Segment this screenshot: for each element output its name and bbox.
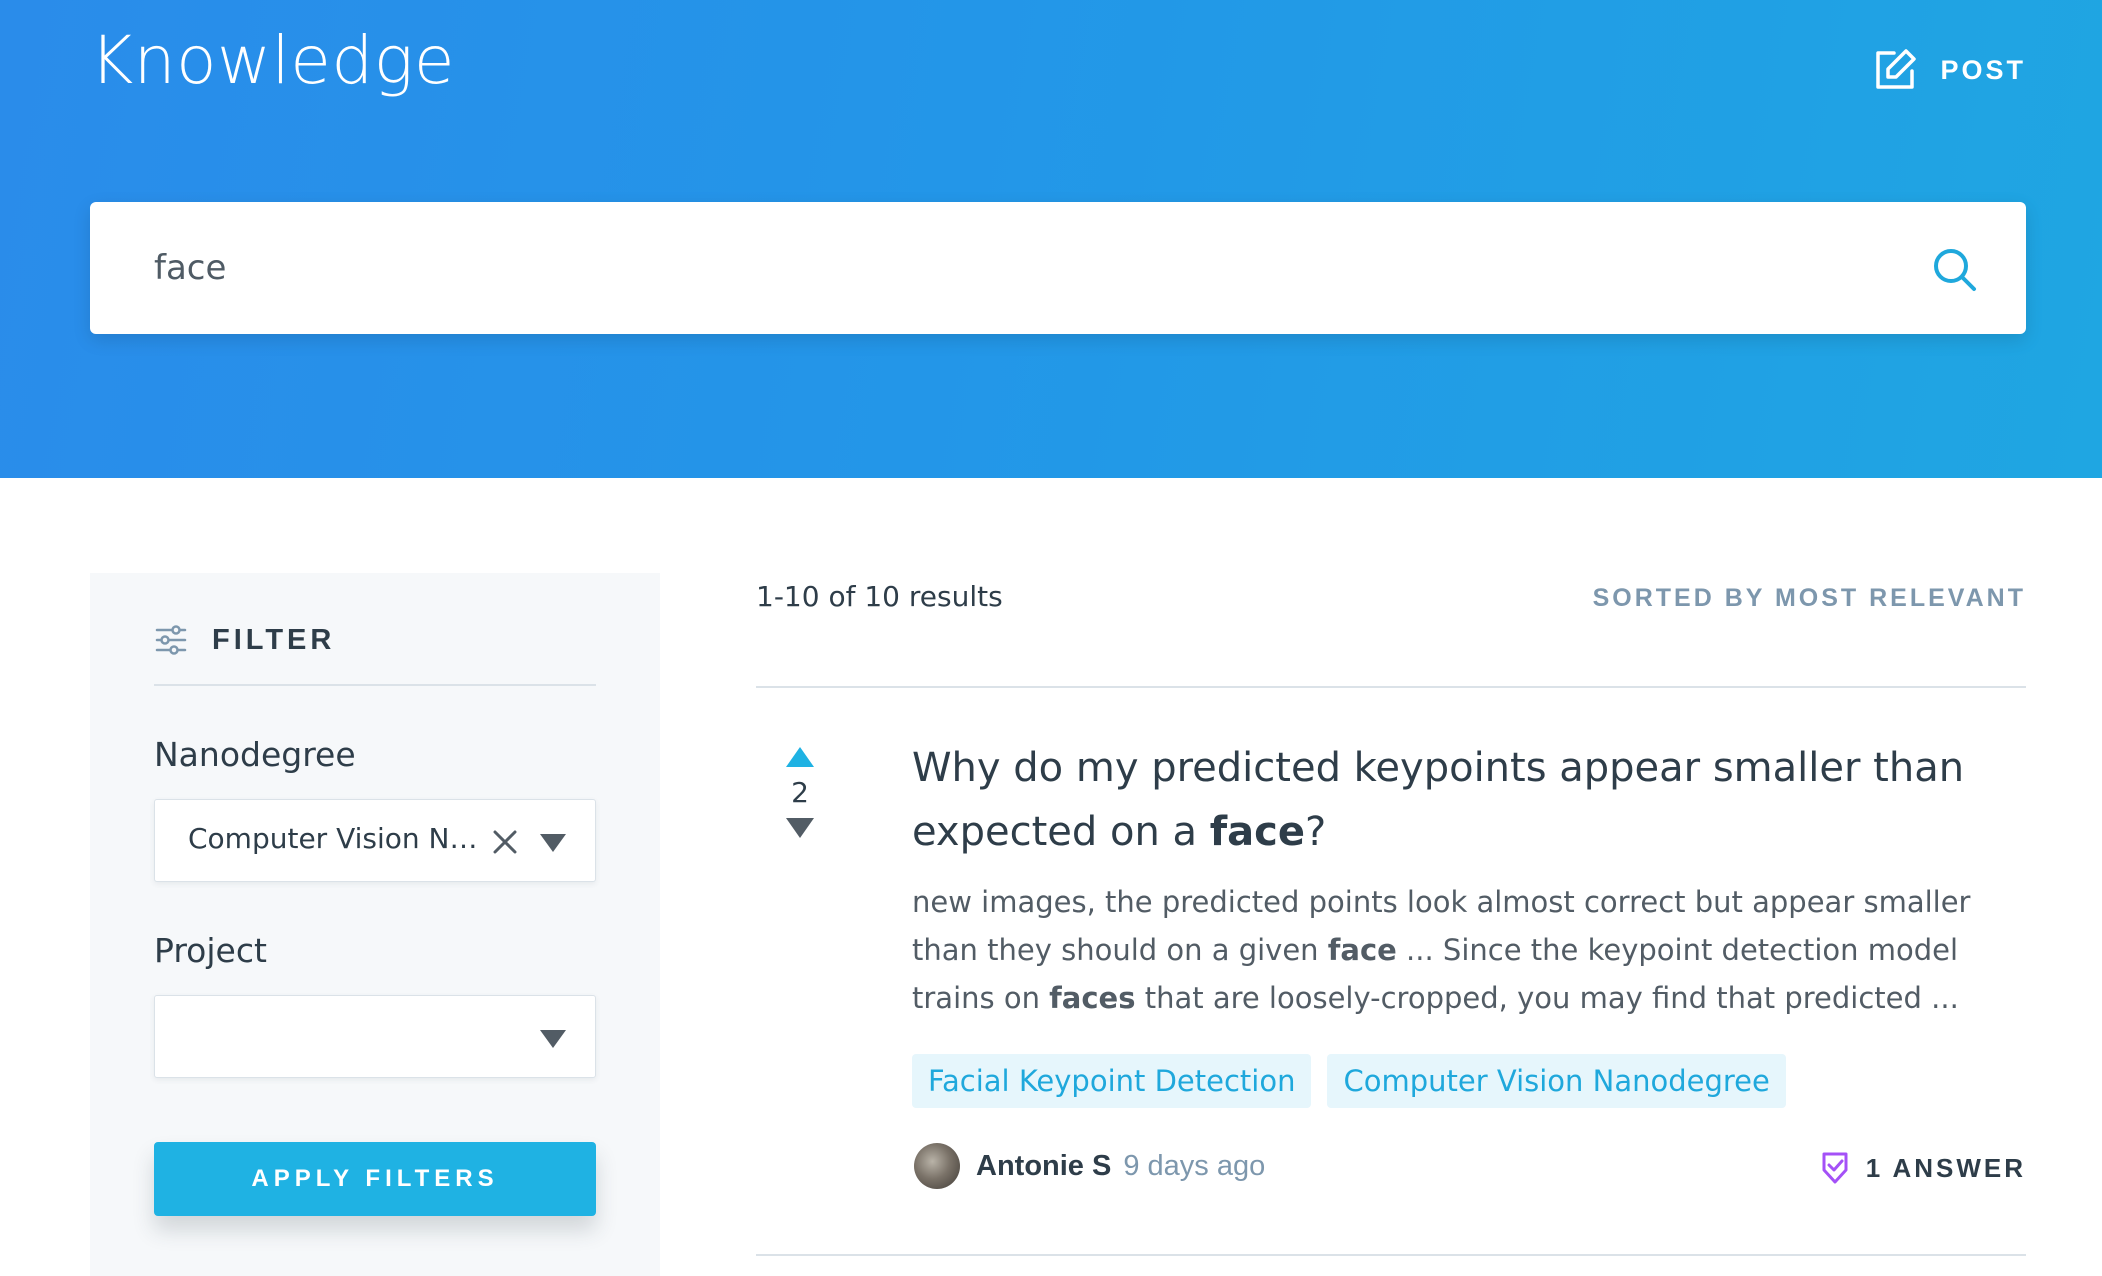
search-icon[interactable]	[1932, 247, 1978, 293]
results-count: 1-10 of 10 results	[756, 580, 1003, 613]
chevron-down-icon	[540, 834, 566, 852]
post-button[interactable]: POST	[1872, 44, 2026, 96]
answers-count: 1 ANSWER	[1865, 1152, 2026, 1183]
project-select[interactable]	[154, 995, 596, 1078]
sort-dropdown[interactable]: SORTED BY MOST RELEVANT	[1593, 584, 2026, 613]
app-title: Knowledge	[90, 22, 456, 99]
sliders-icon	[155, 625, 187, 655]
nanodegree-select[interactable]: Computer Vision Nanodegree	[154, 799, 596, 882]
snippet-highlight: faces	[1049, 981, 1136, 1015]
snippet-highlight: face	[1327, 933, 1397, 967]
answer-badge-icon	[1822, 1152, 1848, 1184]
apply-filters-button[interactable]: APPLY FILTERS	[154, 1142, 596, 1216]
search-box	[90, 202, 2026, 334]
upvote-icon[interactable]	[785, 746, 815, 768]
question-snippet: new images, the predicted points look al…	[912, 878, 2022, 1022]
results-divider	[756, 1254, 2026, 1256]
tag[interactable]: Facial Keypoint Detection	[912, 1054, 1312, 1108]
chevron-down-icon	[540, 1030, 566, 1048]
header-banner: Knowledge POST	[0, 0, 2102, 478]
filter-divider	[154, 684, 596, 686]
avatar[interactable]	[914, 1143, 960, 1189]
post-time: 9 days ago	[1123, 1149, 1266, 1182]
snippet-text: that are loosely-cropped, you may find t…	[1135, 981, 1959, 1015]
author-name[interactable]: Antonie S	[976, 1150, 1111, 1183]
results-divider	[756, 686, 2026, 688]
vote-count: 2	[791, 776, 809, 809]
filter-panel: FILTER Nanodegree Computer Vision Nanode…	[90, 573, 660, 1276]
question-title-highlight: face	[1209, 809, 1305, 855]
answers-link[interactable]: 1 ANSWER	[1820, 1151, 2026, 1185]
nanodegree-select-value: Computer Vision Nanodegree	[188, 822, 478, 855]
question-title-text: Why do my predicted keypoints appear sma…	[912, 745, 1965, 855]
author-info: Antonie S 9 days ago	[914, 1143, 1265, 1189]
project-label: Project	[154, 931, 267, 970]
vote-widget: 2	[780, 746, 820, 839]
search-input[interactable]	[154, 202, 1854, 334]
filter-header: FILTER	[154, 623, 335, 657]
edit-icon	[1876, 49, 1917, 89]
post-label: POST	[1940, 54, 2026, 85]
clear-icon[interactable]	[491, 828, 519, 856]
tag[interactable]: Computer Vision Nanodegree	[1327, 1054, 1786, 1108]
tag-list: Facial Keypoint Detection Computer Visio…	[912, 1054, 1786, 1108]
downvote-icon[interactable]	[785, 817, 815, 839]
nanodegree-label: Nanodegree	[154, 735, 356, 774]
question-title-suffix: ?	[1304, 809, 1327, 855]
filter-title: FILTER	[212, 623, 336, 656]
question-title[interactable]: Why do my predicted keypoints appear sma…	[912, 736, 2022, 864]
